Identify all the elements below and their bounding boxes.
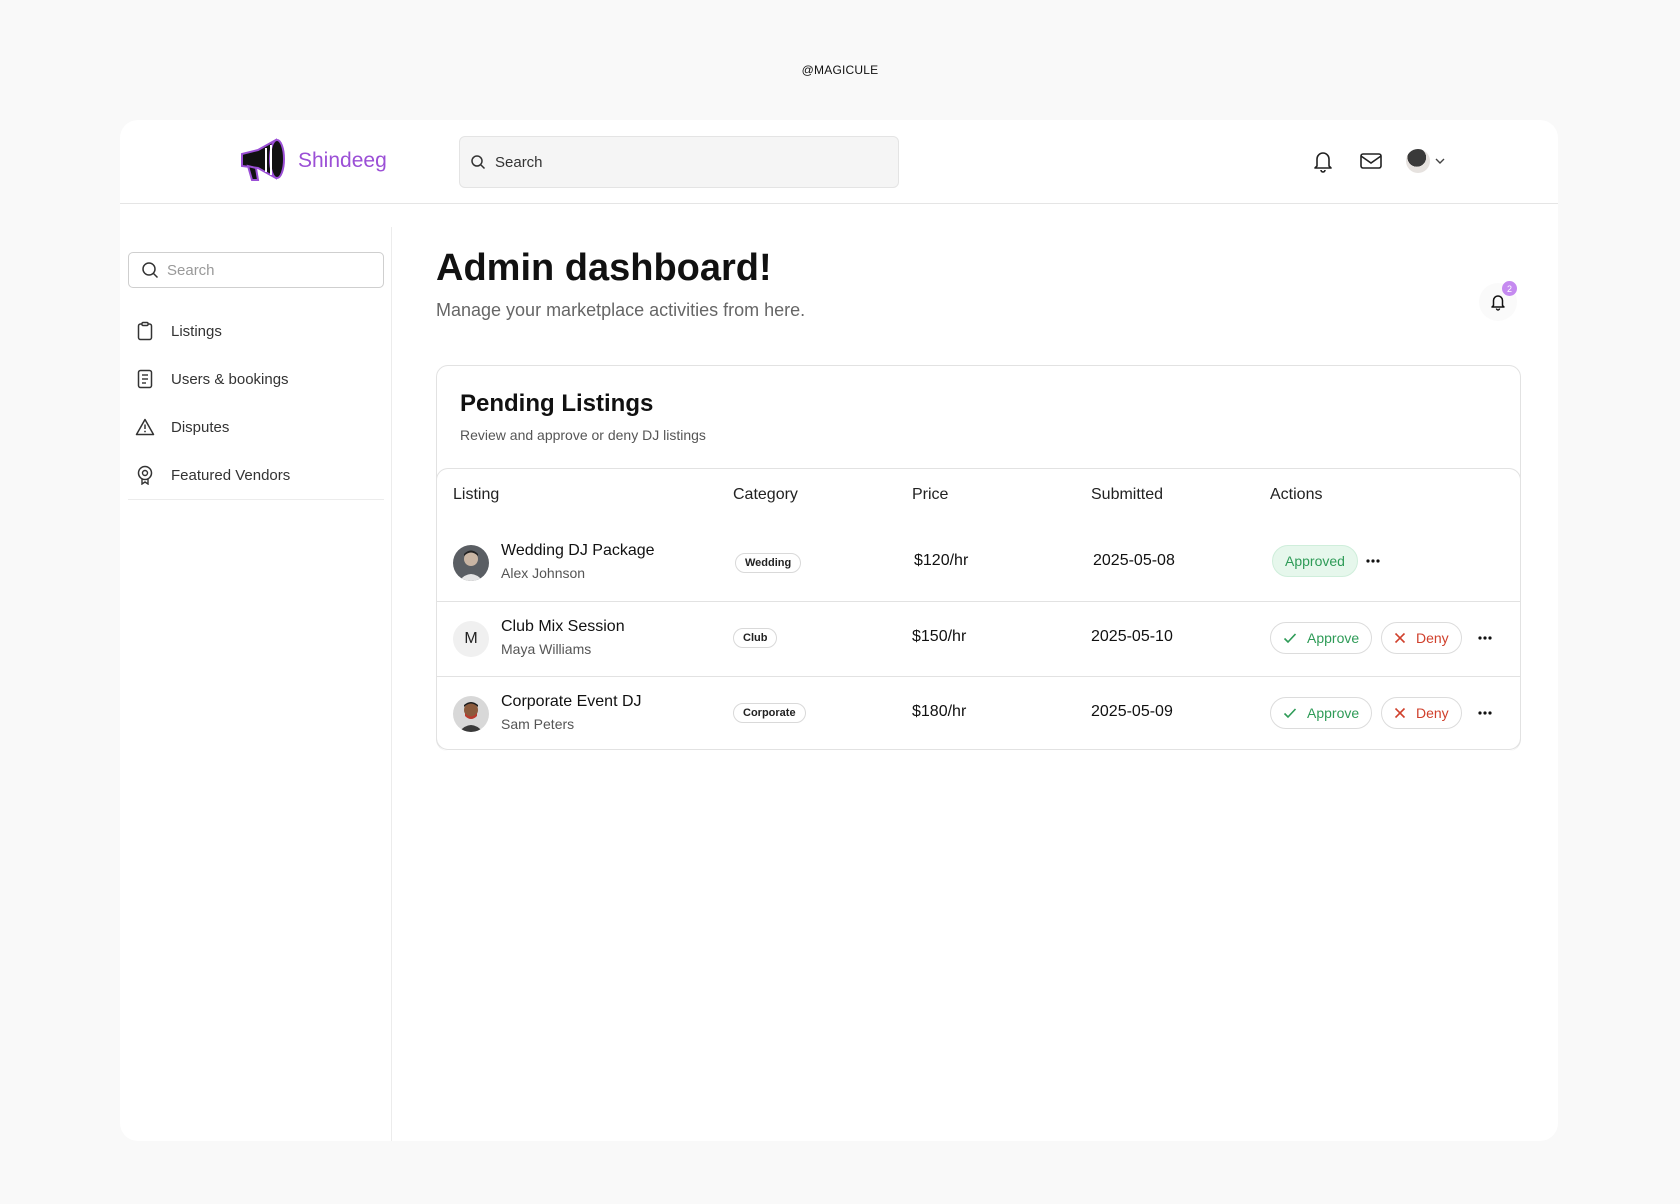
sidebar-search-input[interactable] [167,261,367,279]
sidebar-item-label: Users & bookings [171,370,289,388]
approve-button[interactable]: Approve [1270,622,1373,654]
price-cell: $180/hr [912,703,967,720]
watermark: @MAGICULE [801,63,879,77]
card-title: Pending Listings [460,390,654,417]
column-header-listing[interactable]: Listing [453,486,499,504]
price-cell: $150/hr [912,628,967,645]
page-subtitle: Manage your marketplace activities from … [436,300,806,320]
brand-name: Shindeeg [298,149,387,172]
approve-label: Approve [1307,630,1360,646]
clipboard-icon [135,321,155,341]
sidebar-item-label: Disputes [171,418,230,436]
sidebar-nav: Listings Users & bookings Disputes Featu… [135,307,385,499]
avatar [453,696,489,732]
sidebar-item-label: Featured Vendors [171,466,291,484]
listing-name[interactable]: Wedding DJ Package [501,542,655,560]
status-badge: Approved [1272,545,1358,577]
notifications-button[interactable]: 2 [1479,281,1517,321]
sidebar: Listings Users & bookings Disputes Featu… [120,227,392,1141]
column-header-submitted[interactable]: Submitted [1091,486,1163,504]
column-header-category[interactable]: Category [733,486,798,504]
deny-button[interactable]: Deny [1381,622,1462,654]
top-bar: Shindeeg [120,120,1558,204]
deny-label: Deny [1416,630,1449,646]
sidebar-item-disputes[interactable]: Disputes [135,403,385,451]
approve-button[interactable]: Approve [1270,697,1373,729]
search-icon [142,262,159,279]
submitted-cell: 2025-05-08 [1093,552,1175,569]
listing-owner: Sam Peters [501,716,575,732]
listing-owner: Maya Williams [501,641,592,657]
sidebar-search-bar[interactable] [128,252,384,288]
listings-table: Listing Category Price Submitted Actions… [436,468,1521,751]
category-badge: Wedding [735,553,802,573]
megaphone-icon [241,138,285,181]
page-title: Admin dashboard! [436,247,772,289]
table-row[interactable]: M Club Mix Session Maya Williams Club $1… [437,601,1520,676]
table-row[interactable]: Corporate Event DJ Sam Peters Corporate … [437,676,1520,751]
mail-icon[interactable] [1358,148,1384,174]
top-search-input[interactable] [495,153,875,171]
warning-icon [135,417,155,437]
chevron-down-icon[interactable] [1434,155,1446,167]
pending-listings-card: Pending Listings Review and approve or d… [436,365,1521,751]
avatar: M [453,621,489,657]
header-actions [1288,148,1446,174]
bell-icon [1491,295,1505,311]
submitted-cell: 2025-05-09 [1091,703,1173,720]
top-search-bar[interactable] [459,136,899,188]
receipt-icon [135,369,155,389]
listing-name[interactable]: Corporate Event DJ [501,693,642,711]
column-header-price[interactable]: Price [912,486,948,504]
bell-icon[interactable] [1310,148,1336,174]
sidebar-item-label: Listings [171,322,222,340]
approve-label: Approve [1307,705,1360,721]
check-icon [1283,632,1297,644]
submitted-cell: 2025-05-10 [1091,628,1173,645]
price-cell: $120/hr [914,552,969,569]
app-window: Shindeeg Search Search Listings Users & … [120,120,1558,1141]
notification-count-badge: 2 [1502,281,1517,296]
brand-logo[interactable]: Shindeeg [236,136,387,186]
close-icon [1394,632,1406,644]
more-options-icon[interactable] [1475,628,1495,648]
listing-owner: Alex Johnson [501,565,586,581]
deny-button[interactable]: Deny [1381,697,1462,729]
listing-name[interactable]: Club Mix Session [501,618,625,636]
sidebar-divider [128,499,384,500]
deny-label: Deny [1416,705,1449,721]
sidebar-item-featured-vendors[interactable]: Featured Vendors [135,451,385,499]
card-subtitle: Review and approve or deny DJ listings [460,427,706,443]
close-icon [1394,707,1406,719]
avatar [453,545,489,581]
category-badge: Club [733,628,778,648]
more-options-icon[interactable] [1475,703,1495,723]
sidebar-item-users-bookings[interactable]: Users & bookings [135,355,385,403]
category-badge: Corporate [733,703,806,723]
column-header-actions: Actions [1270,486,1323,503]
search-icon [470,154,486,170]
sidebar-item-listings[interactable]: Listings [135,307,385,355]
more-options-icon[interactable] [1363,551,1383,571]
table-row[interactable]: Wedding DJ Package Alex Johnson Wedding … [437,526,1520,601]
user-avatar[interactable] [1406,149,1430,173]
check-icon [1283,707,1297,719]
award-icon [135,465,155,485]
